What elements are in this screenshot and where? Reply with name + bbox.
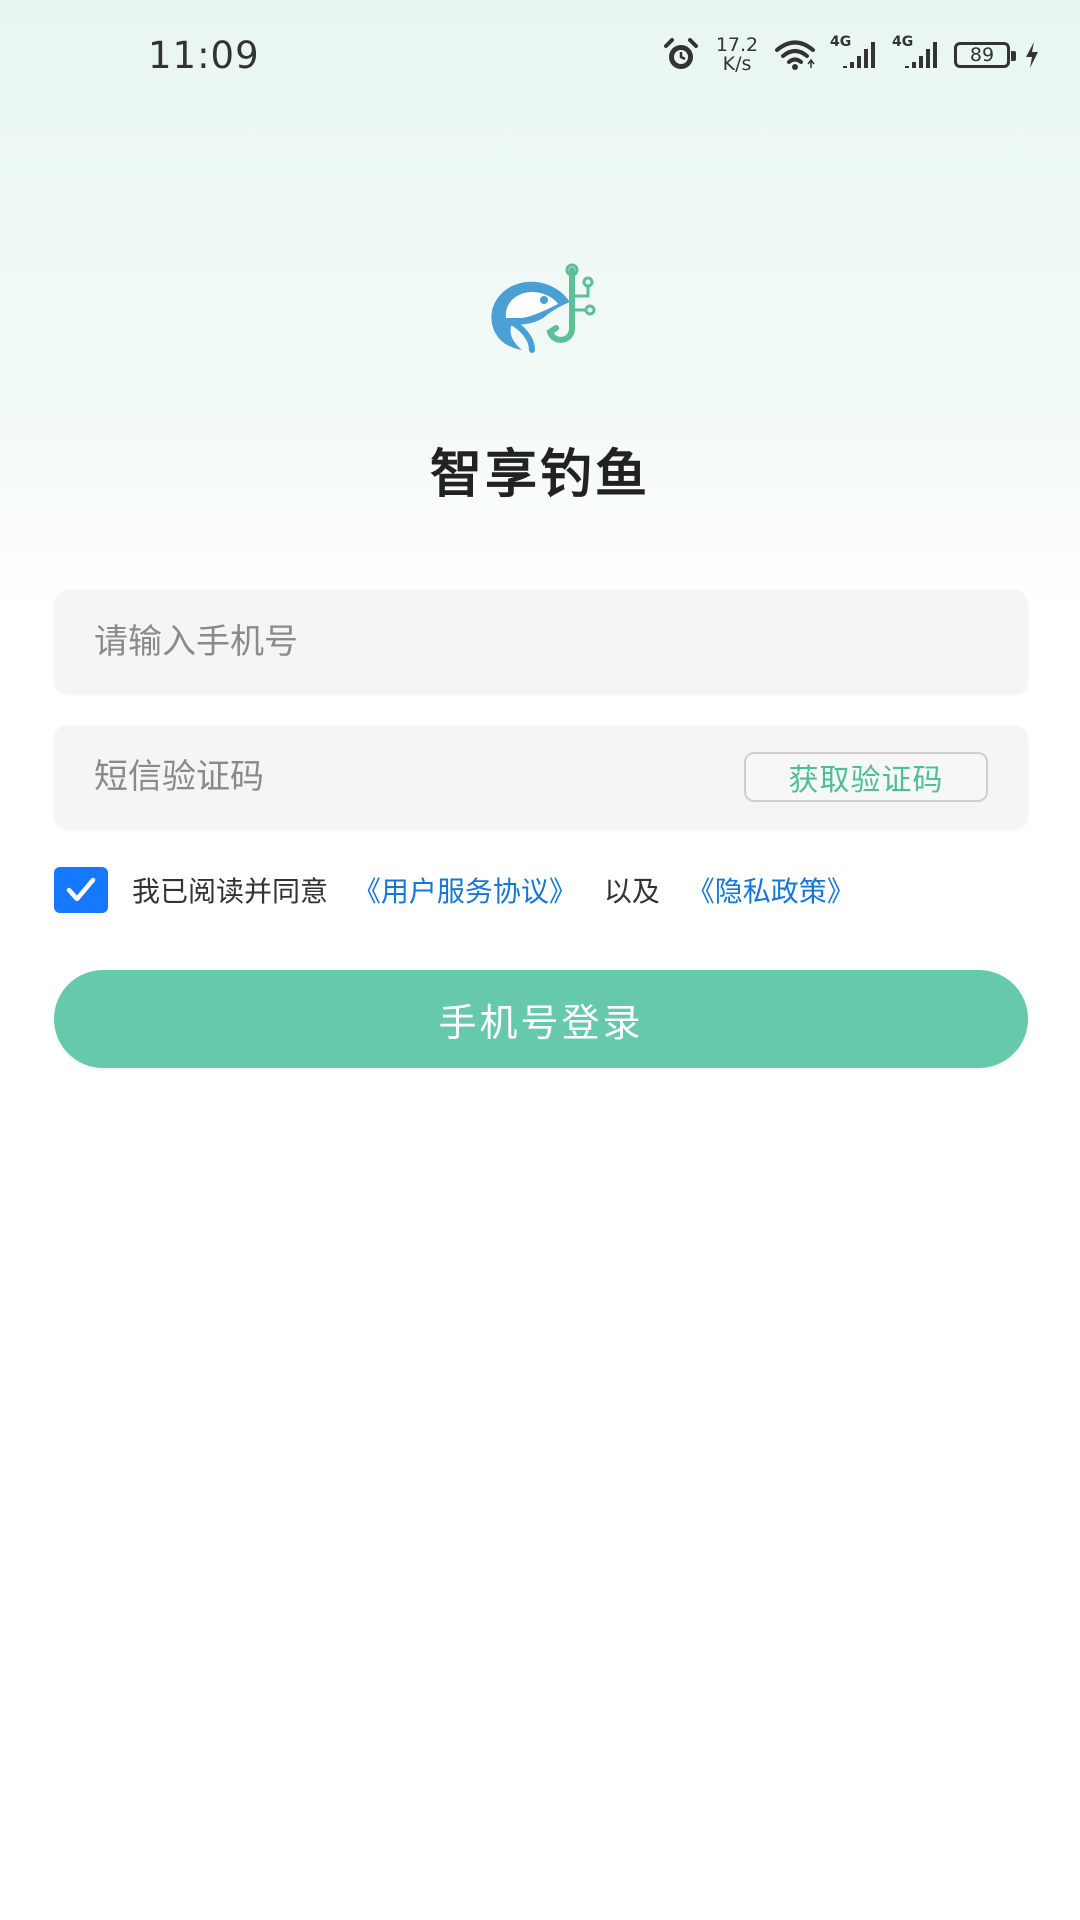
status-time: 11:09 [148, 34, 260, 77]
cell-signal-icon: 4G [830, 34, 878, 70]
sms-code-input[interactable] [94, 725, 654, 829]
status-icons: 17.2 K/s 4G 4G 89 [662, 30, 1040, 80]
wifi-icon [774, 38, 816, 72]
user-agreement-link[interactable]: 《用户服务协议》 [353, 875, 577, 908]
phone-login-button[interactable]: 手机号登录 [54, 970, 1028, 1068]
app-title: 智享钓鱼 [429, 445, 650, 505]
agreement-prefix: 我已阅读并同意 [132, 875, 329, 908]
net-speed: 17.2 K/s [714, 36, 760, 74]
agreement-and: 以及 [603, 875, 660, 908]
app-logo-icon [482, 262, 602, 362]
charging-icon [1024, 41, 1040, 69]
cell-signal-icon: 4G [892, 34, 940, 70]
net-speed-unit: K/s [722, 53, 752, 75]
agreement-row: 我已阅读并同意 《用户服务协议》 以及 《隐私政策》 [54, 866, 855, 914]
network-type-label: 4G [830, 34, 852, 50]
phone-input[interactable] [94, 590, 694, 694]
status-bar: 11:09 17.2 K/s 4G 4G 89 [0, 0, 1080, 110]
privacy-policy-link[interactable]: 《隐私政策》 [687, 875, 855, 908]
network-type-label: 4G [892, 34, 914, 50]
agreement-checkbox[interactable] [54, 867, 108, 913]
phone-field [54, 590, 1028, 694]
battery-icon: 89 [954, 42, 1016, 68]
alarm-icon [662, 36, 700, 74]
sms-code-field: 获取验证码 [54, 725, 1028, 829]
checkmark-icon [66, 877, 96, 902]
agreement-text: 我已阅读并同意 《用户服务协议》 以及 《隐私政策》 [132, 870, 855, 910]
get-code-button[interactable]: 获取验证码 [744, 752, 988, 802]
battery-level: 89 [969, 44, 995, 66]
